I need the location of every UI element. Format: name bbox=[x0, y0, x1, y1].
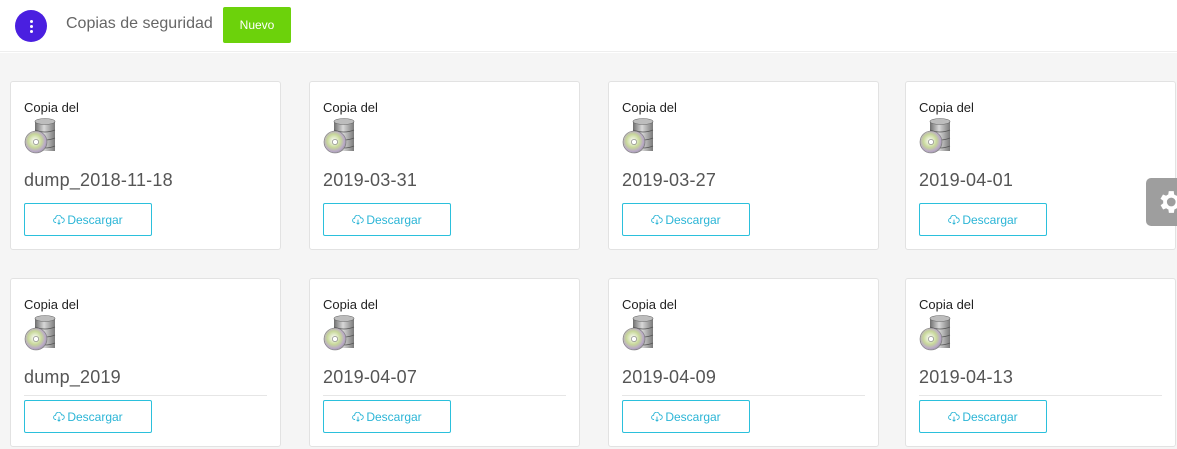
card-title: Copia del bbox=[24, 100, 79, 115]
gear-icon bbox=[1160, 191, 1177, 213]
backup-card: Copia del 2019-03-27 Descargar bbox=[608, 81, 879, 250]
card-title: Copia del bbox=[919, 100, 974, 115]
database-disc-icon bbox=[23, 315, 59, 353]
card-title: Copia del bbox=[622, 100, 677, 115]
download-label: Descargar bbox=[67, 409, 123, 424]
database-disc-icon bbox=[621, 118, 657, 156]
new-backup-button[interactable]: Nuevo bbox=[223, 7, 291, 43]
download-button[interactable]: Descargar bbox=[323, 400, 451, 433]
backup-name: 2019-04-01 bbox=[919, 170, 1014, 190]
cloud-download-icon bbox=[53, 215, 65, 225]
backup-card: Copia del 2019-03-31 Descargar bbox=[309, 81, 580, 250]
download-button[interactable]: Descargar bbox=[919, 400, 1047, 433]
backup-card: Copia del 2019-04-09 Descargar bbox=[608, 278, 879, 447]
backup-card: Copia del 2019-04-01 Descargar bbox=[905, 81, 1176, 250]
top-bar: Copias de seguridad Nuevo bbox=[0, 0, 1177, 52]
card-title: Copia del bbox=[24, 297, 79, 312]
cloud-download-icon bbox=[948, 215, 960, 225]
download-button[interactable]: Descargar bbox=[919, 203, 1047, 236]
more-vertical-icon bbox=[29, 19, 33, 33]
database-disc-icon bbox=[918, 315, 954, 353]
backup-name: dump_2018-11-18 bbox=[24, 170, 173, 190]
backup-name: 2019-04-13 bbox=[919, 367, 1014, 387]
backup-name: 2019-04-07 bbox=[323, 367, 418, 387]
download-button[interactable]: Descargar bbox=[622, 203, 750, 236]
card-title: Copia del bbox=[323, 297, 378, 312]
backup-name: 2019-03-27 bbox=[622, 170, 717, 190]
card-title: Copia del bbox=[622, 297, 677, 312]
download-button[interactable]: Descargar bbox=[323, 203, 451, 236]
backup-card: Copia del dump_2018-11-18 Descargar bbox=[10, 81, 281, 250]
download-label: Descargar bbox=[962, 212, 1018, 227]
download-label: Descargar bbox=[665, 409, 721, 424]
backup-card: Copia del 2019-04-13 Descargar bbox=[905, 278, 1176, 447]
cloud-download-icon bbox=[352, 215, 364, 225]
backup-name: 2019-04-09 bbox=[622, 367, 717, 387]
download-button[interactable]: Descargar bbox=[24, 400, 152, 433]
page-title: Copias de seguridad bbox=[66, 15, 213, 32]
backup-card: Copia del dump_2019 Descargar bbox=[10, 278, 281, 447]
download-label: Descargar bbox=[366, 409, 422, 424]
database-disc-icon bbox=[23, 118, 59, 156]
database-disc-icon bbox=[322, 118, 358, 156]
card-divider bbox=[919, 395, 1162, 396]
backup-name: dump_2019 bbox=[24, 367, 121, 387]
cloud-download-icon bbox=[948, 412, 960, 422]
database-disc-icon bbox=[621, 315, 657, 353]
cloud-download-icon bbox=[651, 215, 663, 225]
settings-tab[interactable] bbox=[1146, 178, 1177, 226]
card-title: Copia del bbox=[919, 297, 974, 312]
download-label: Descargar bbox=[962, 409, 1018, 424]
database-disc-icon bbox=[322, 315, 358, 353]
card-title: Copia del bbox=[323, 100, 378, 115]
download-label: Descargar bbox=[366, 212, 422, 227]
backup-card: Copia del 2019-04-07 Descargar bbox=[309, 278, 580, 447]
card-divider bbox=[622, 395, 865, 396]
backup-grid: Copia del dump_2018-11-18 Descargar Copi… bbox=[0, 53, 1177, 449]
card-divider bbox=[24, 395, 267, 396]
card-divider bbox=[323, 395, 566, 396]
download-button[interactable]: Descargar bbox=[622, 400, 750, 433]
cloud-download-icon bbox=[352, 412, 364, 422]
cloud-download-icon bbox=[53, 412, 65, 422]
database-disc-icon bbox=[918, 118, 954, 156]
backup-name: 2019-03-31 bbox=[323, 170, 418, 190]
download-button[interactable]: Descargar bbox=[24, 203, 152, 236]
download-label: Descargar bbox=[67, 212, 123, 227]
menu-button[interactable] bbox=[15, 10, 47, 42]
cloud-download-icon bbox=[651, 412, 663, 422]
download-label: Descargar bbox=[665, 212, 721, 227]
